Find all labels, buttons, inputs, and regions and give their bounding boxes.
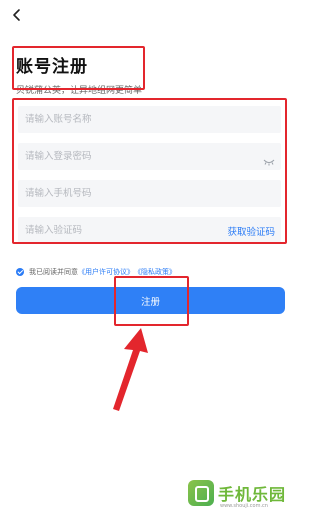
phone-field[interactable] (18, 180, 281, 207)
agreement-row: 我已阅读并同意 《用户许可协议》 《隐私政策》 (16, 267, 176, 277)
phone-input[interactable] (18, 180, 281, 207)
agreement-prefix: 我已阅读并同意 (29, 268, 78, 276)
account-field[interactable] (18, 106, 281, 133)
title-block: 账号注册 贝锐蒲公英，让异地组网更简单 (16, 52, 142, 96)
agree-checkbox[interactable] (16, 268, 24, 276)
page-title: 账号注册 (16, 57, 88, 77)
account-input[interactable] (18, 106, 281, 133)
password-input[interactable] (18, 143, 263, 170)
user-agreement-link[interactable]: 《用户许可协议》 (78, 267, 134, 277)
password-field[interactable] (18, 143, 281, 170)
eye-closed-icon[interactable] (263, 152, 275, 165)
code-input[interactable] (18, 217, 228, 244)
watermark-logo: 手机乐园 www.shouji.com.cn (188, 478, 298, 516)
code-field[interactable]: 获取验证码 (18, 217, 281, 244)
get-code-button[interactable]: 获取验证码 (227, 224, 275, 238)
register-button[interactable]: 注册 (16, 287, 285, 314)
register-page: 账号注册 贝锐蒲公英，让异地组网更简单 获取验证码 我已阅读并同意 《用户许可协… (0, 0, 300, 518)
page-subtitle: 贝锐蒲公英，让异地组网更简单 (16, 86, 143, 96)
watermark-title: 手机乐园 (218, 485, 287, 504)
back-button[interactable] (10, 6, 24, 24)
chevron-left-icon (10, 6, 24, 24)
watermark-badge-icon (188, 480, 214, 506)
privacy-policy-link[interactable]: 《隐私政策》 (134, 267, 176, 277)
red-arrow-icon (113, 328, 148, 411)
watermark-url: www.shouji.com.cn (220, 503, 268, 509)
